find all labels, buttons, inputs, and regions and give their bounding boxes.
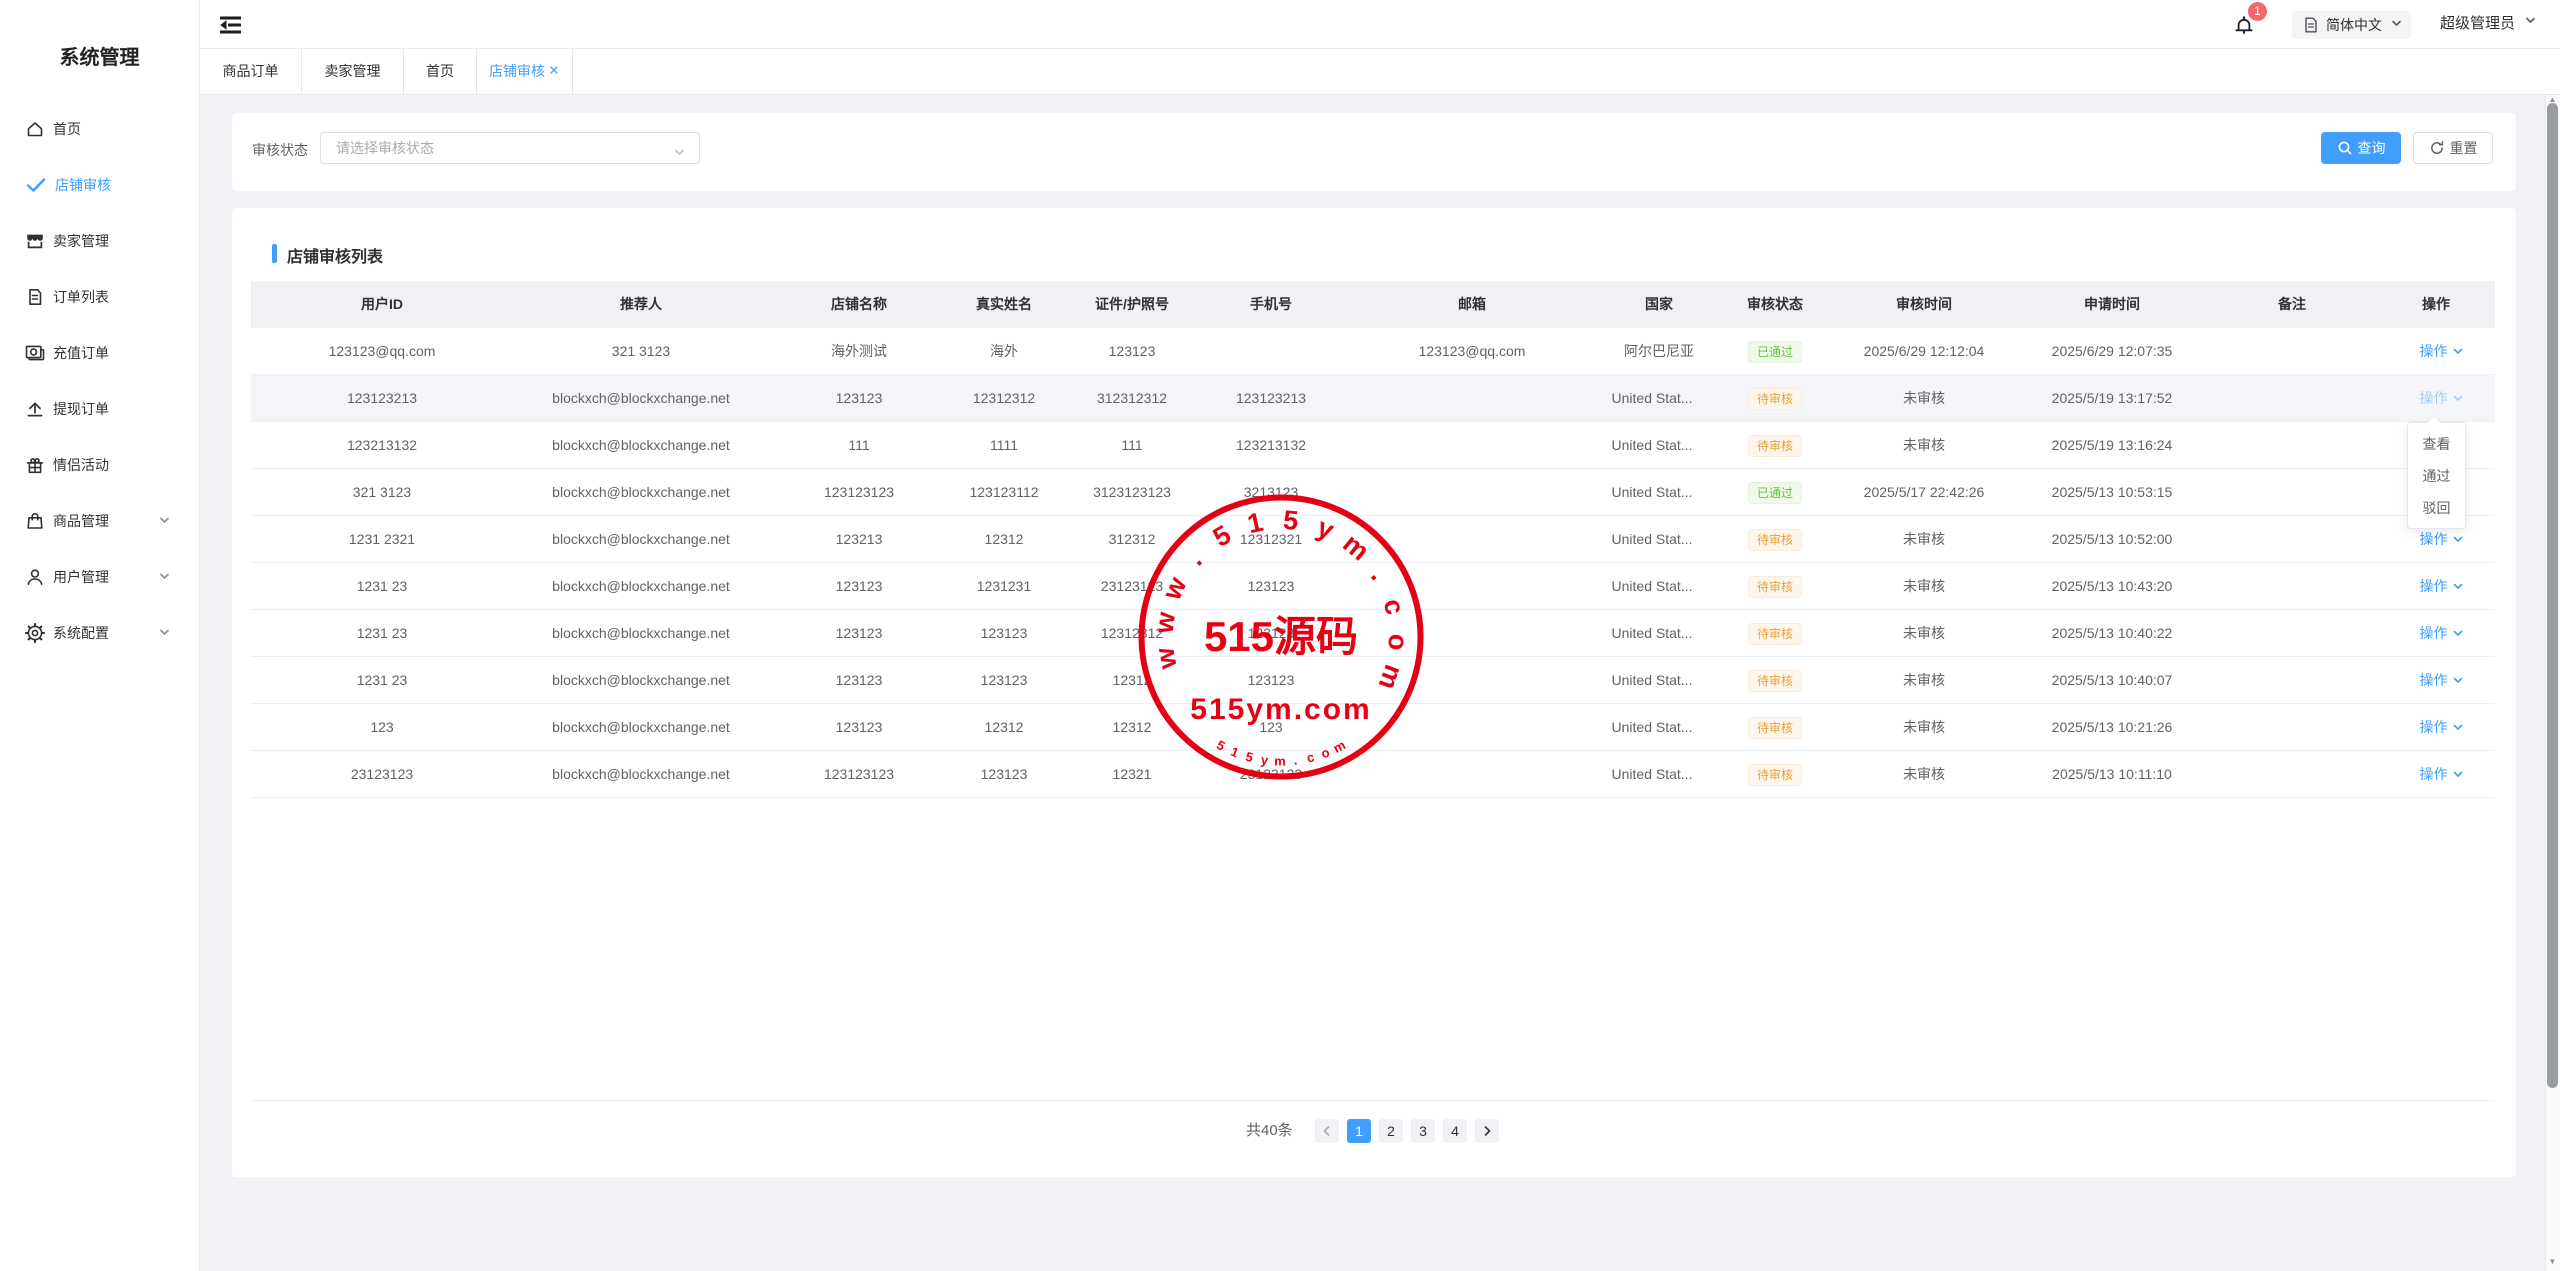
- svg-text:m: m: [1331, 737, 1348, 756]
- svg-text:m: m: [1373, 661, 1409, 694]
- svg-text:o: o: [1383, 633, 1414, 651]
- svg-text:515ym.com: 515ym.com: [1190, 693, 1371, 726]
- svg-text:.: .: [1293, 752, 1298, 767]
- svg-text:1: 1: [1229, 744, 1241, 761]
- svg-text:5: 5: [1214, 737, 1228, 754]
- svg-text:.: .: [1365, 563, 1394, 585]
- svg-text:o: o: [1319, 744, 1332, 761]
- svg-text:5: 5: [1208, 519, 1236, 552]
- svg-text:5: 5: [1282, 505, 1299, 536]
- svg-text:w: w: [1149, 644, 1183, 672]
- svg-text:y: y: [1313, 512, 1338, 545]
- svg-text:.: .: [1181, 546, 1208, 572]
- svg-text:c: c: [1378, 596, 1411, 618]
- svg-text:515源码: 515源码: [1204, 613, 1358, 660]
- svg-text:w: w: [1156, 572, 1193, 605]
- svg-text:5: 5: [1244, 749, 1255, 765]
- svg-text:w: w: [1149, 609, 1182, 636]
- svg-text:c: c: [1305, 749, 1316, 765]
- svg-text:y: y: [1260, 752, 1270, 768]
- svg-text:m: m: [1274, 753, 1286, 768]
- svg-text:1: 1: [1245, 507, 1266, 540]
- svg-text:m: m: [1337, 528, 1375, 566]
